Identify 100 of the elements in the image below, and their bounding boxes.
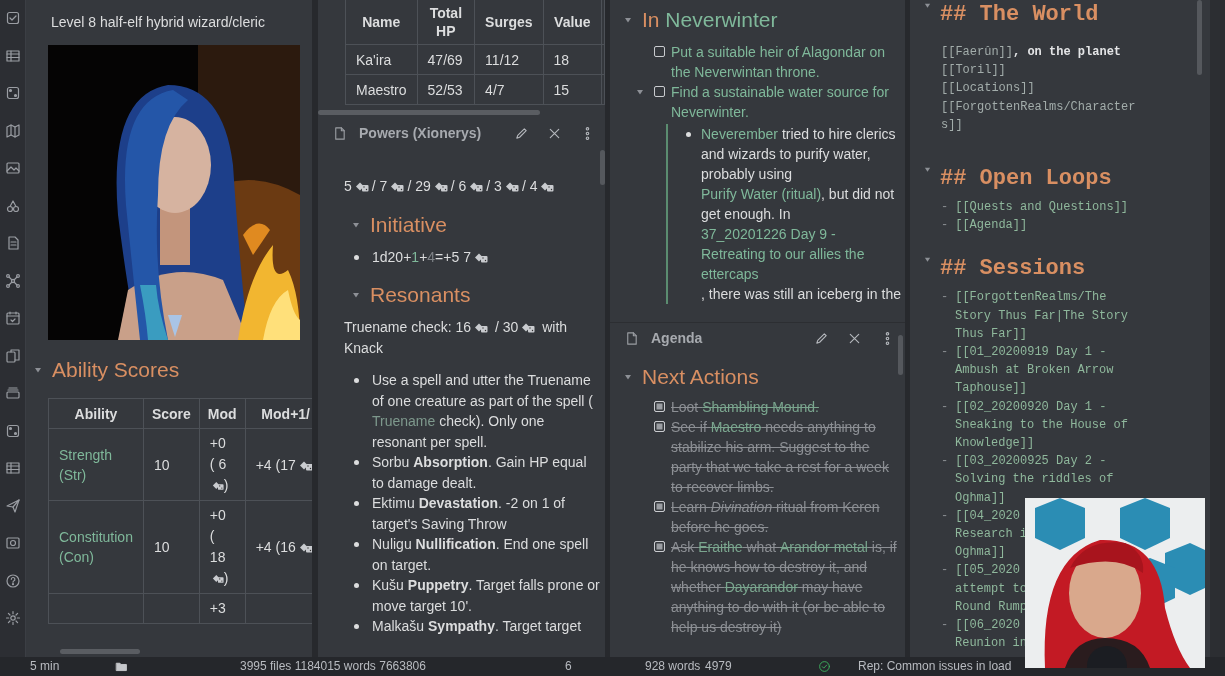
link[interactable]: Constitution (Con) [59, 527, 133, 567]
link[interactable]: Truename [372, 411, 436, 432]
caret-icon[interactable] [624, 16, 632, 24]
checkbox[interactable] [654, 501, 665, 512]
link[interactable]: [[ForgottenRealms/The [955, 290, 1107, 305]
paragraph: Truename check: 16 / 30 with Knack [344, 318, 569, 358]
table-icon[interactable] [4, 47, 21, 64]
link[interactable]: 1 [411, 246, 420, 267]
link[interactable]: Arandor metal [779, 537, 868, 557]
checkbox-icon[interactable] [4, 10, 21, 26]
list-item: Sorbu Absorption. Gain HP equal to damage dealt. [372, 453, 588, 493]
caret-icon[interactable] [924, 166, 931, 173]
link[interactable]: Knowledge]] [955, 436, 1035, 451]
link[interactable]: Neverember [701, 124, 779, 144]
text-line: [[Faerûn]], on the planet [941, 44, 1123, 61]
link[interactable]: Ambush at Broken Arrow [955, 363, 1114, 378]
settings-icon[interactable] [4, 610, 21, 626]
link[interactable]: Solving the riddles of [955, 472, 1114, 487]
column-header: Ability [48, 398, 144, 429]
table-cell: 10 [143, 500, 200, 594]
caret-icon[interactable] [636, 88, 644, 96]
section-heading: In Neverwinter [642, 6, 778, 34]
list-marker: - [941, 618, 949, 633]
link[interactable]: Sneaking to the House of [955, 417, 1128, 432]
checkbox[interactable] [654, 421, 665, 432]
link[interactable]: [[02_20200920 Day 1 - [955, 399, 1107, 414]
table-cell: 18 [543, 44, 602, 75]
table-cell: +0 ( 18 ) [199, 500, 246, 594]
list-marker: - [941, 508, 949, 523]
link[interactable]: Neverwinter [665, 6, 778, 34]
link[interactable]: [[Toril]] [941, 63, 1006, 78]
pane-title: Agenda [651, 328, 704, 348]
vault-stats: 3995 files 1184015 words 7663806 [240, 658, 427, 675]
list-marker: - [941, 200, 949, 214]
caret-icon[interactable] [624, 373, 632, 381]
section-heading: Ability Scores [52, 357, 180, 383]
link[interactable]: s]] [941, 117, 963, 132]
link[interactable]: [[06_2020 [955, 618, 1020, 633]
link[interactable]: Maestro [710, 417, 762, 437]
send-icon[interactable] [4, 497, 21, 514]
list-marker: - [941, 454, 949, 469]
link[interactable]: Dayarandor [724, 577, 798, 597]
bullet-icon [686, 132, 691, 137]
graph-icon[interactable] [4, 272, 21, 289]
task-text: Learn Divination ritual from Keren before he goes. [671, 498, 881, 537]
help-icon[interactable] [4, 572, 21, 589]
table-cell: 4/7 [474, 74, 544, 105]
status-text: 6 [565, 658, 573, 675]
link[interactable]: [[Faerûn]] [941, 45, 1013, 59]
link[interactable]: 37_20201226 Day 9 - Retreating to our allies the ettercaps [701, 224, 901, 284]
bullet-icon [354, 501, 359, 506]
checkbox[interactable] [654, 401, 665, 412]
copy-icon[interactable] [4, 347, 21, 364]
checkbox[interactable] [654, 86, 665, 97]
link[interactable]: [[05_2020 [955, 563, 1020, 578]
caret-icon[interactable] [352, 220, 360, 229]
edit-icon[interactable] [514, 125, 529, 141]
file-icon [332, 125, 347, 141]
table-icon[interactable] [4, 460, 21, 476]
link[interactable]: [[ForgottenRealms/Character [941, 99, 1136, 114]
link[interactable]: [[Locations]] [941, 81, 1035, 96]
status-text: Rep: Common issues in load [858, 658, 1013, 675]
frame-icon[interactable] [4, 535, 21, 551]
image-icon[interactable] [4, 160, 21, 176]
link[interactable]: Strength (Str) [59, 444, 133, 485]
checkbox[interactable] [654, 541, 665, 552]
link[interactable]: Eraithe [698, 537, 743, 557]
checkbox[interactable] [654, 46, 665, 57]
link[interactable]: [[01_20200919 Day 1 - [955, 345, 1107, 360]
link[interactable]: Find a sustainable water source for Neverwinter. [671, 82, 895, 122]
file-icon [624, 330, 639, 346]
list-marker: - [941, 290, 949, 305]
caret-icon[interactable] [924, 2, 931, 9]
edit-icon[interactable] [814, 330, 829, 346]
task-text: Ask Eraithe what Arandor metal is, if he knows how to destroy it, and whether Dayarandor may have anything to do with it (or be able to help us destroy it) [671, 537, 898, 637]
caret-icon[interactable] [924, 256, 931, 264]
link[interactable]: Taphouse]] [955, 381, 1027, 396]
link[interactable]: [[Agenda]] [955, 218, 1028, 233]
link[interactable]: Oghma]] [955, 545, 1006, 560]
link[interactable]: Story Thus Far|The Story [955, 308, 1128, 323]
link[interactable]: [[04_2020 [955, 508, 1020, 523]
table-cell: Maestro [345, 74, 418, 105]
caret-icon[interactable] [34, 366, 42, 374]
caret-icon[interactable] [352, 291, 360, 299]
bullet-icon [354, 378, 359, 383]
map-icon[interactable] [4, 122, 21, 139]
table-cell: 11/12 [474, 44, 544, 75]
calendar-icon[interactable] [4, 310, 21, 326]
link[interactable]: Put a suitable heir of Alagondar on the Neverwintan throne. [671, 42, 895, 82]
link[interactable]: [[03_20200925 Day 2 - [955, 454, 1107, 469]
bullet-icon [354, 624, 359, 629]
column-header: Mod [199, 398, 246, 429]
folder-icon[interactable] [115, 660, 128, 673]
link[interactable]: Shambling Mound. [702, 397, 819, 417]
list-item: Malkašu Sympathy. Target target [372, 617, 583, 636]
link[interactable]: [[Quests and Questions]] [955, 200, 1129, 214]
stack-icon[interactable] [4, 385, 21, 401]
link[interactable]: Thus Far]] [955, 326, 1027, 341]
check-icon[interactable] [818, 660, 831, 673]
link[interactable]: Oghma]] [955, 490, 1006, 505]
